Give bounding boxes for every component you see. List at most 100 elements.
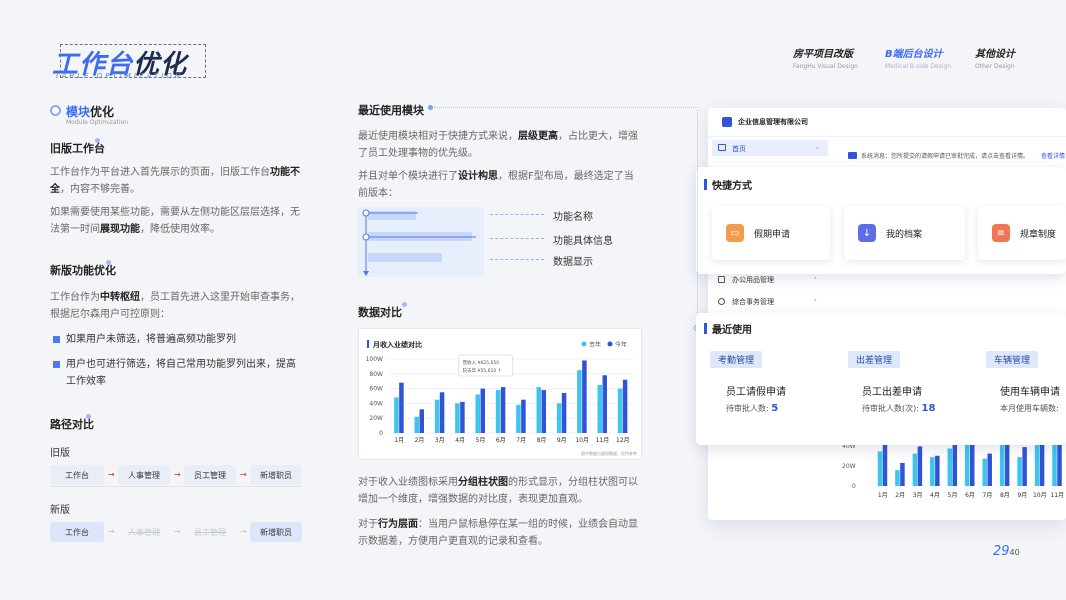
y-tick-label: 60W — [369, 386, 383, 393]
sidebar-item-affairs[interactable]: 综合事务管理 › — [716, 296, 826, 308]
x-tick-label: 5月 — [476, 437, 486, 444]
tile-my-records[interactable]: ↓ 我的档案 — [844, 206, 965, 260]
chart-bar — [982, 458, 987, 486]
tile-label: 规章制度 — [1020, 229, 1057, 240]
section-accent — [704, 323, 707, 334]
category-tag: 车辆管理 — [986, 351, 1039, 368]
chart-bar — [602, 375, 607, 433]
tile-leave-request[interactable]: ▭ 假期申请 — [712, 206, 830, 260]
legend-label: 今年 — [615, 341, 627, 349]
sidebar-item-home[interactable]: 首页 ⌄ — [712, 140, 828, 156]
nav-fanghu[interactable]: 房平项目改版 FangHu Visual Design — [793, 45, 858, 70]
chart-bar — [1034, 438, 1040, 486]
x-tick-label: 7月 — [983, 492, 993, 499]
recent-item-vehicle[interactable]: 车辆管理 使用车辆申请 本月使用车辆数: — [986, 349, 1066, 429]
page-title-en: TABLE OPTIMIZATION — [55, 72, 184, 80]
chart-bar — [895, 470, 900, 486]
recent-item-title: 员工出差申请 — [862, 387, 922, 398]
bullet-icon — [53, 361, 60, 368]
arrow-icon: → — [240, 527, 247, 536]
y-tick-label: 0 — [852, 483, 856, 490]
recent-item-stat: 待审批人数(次): 18 — [862, 403, 936, 414]
chart-bar — [516, 404, 521, 433]
chart-bar — [917, 446, 923, 486]
y-tick-label: 100W — [366, 356, 383, 363]
bullet-item-2: 用户也可进行筛选，将自己常用功能罗列出来，提高工作效率 — [66, 359, 296, 387]
x-tick-label: 12月 — [616, 437, 630, 444]
chart-bar — [577, 370, 582, 433]
y-tick-label: 40W — [369, 400, 383, 407]
quick-access-title: 快捷方式 — [712, 181, 752, 192]
flow-step-skipped: 人事管理 — [128, 527, 160, 537]
chart-bar — [455, 403, 460, 433]
recent-use-card: 最近使用 考勤管理 员工请假申请 待审批人数: 5 出差管理 员工出差申请 待审… — [696, 313, 1066, 445]
tooltip-line: 较去年 ¥55,610 ↑ — [463, 367, 502, 374]
recent-paragraph-2: 并且对单个模块进行了设计构思，根据F型布局，最终选定了当前版本： — [358, 171, 634, 199]
chart-bar — [1022, 447, 1027, 486]
flow-step-skipped: 员工管理 — [194, 527, 226, 537]
x-tick-label: 5月 — [948, 492, 958, 499]
sidebar-item-office-supplies[interactable]: 办公用品管理 › — [716, 274, 826, 286]
nav-bside[interactable]: B端后台设计 Medical B-side Design — [885, 45, 951, 70]
chart-bar — [882, 438, 888, 486]
system-notice: 系统消息：您所提交的请假申请已审批完成，请点击查看详情。 — [861, 153, 1030, 160]
flow-step: 工作台 — [50, 465, 104, 485]
monitor-icon — [718, 144, 726, 151]
data-paragraph-1: 对于收入业绩图标采用分组柱状图的形式显示，分组柱状图可以增加一个维度，增强数据的… — [358, 477, 638, 505]
chart-bar — [460, 401, 465, 433]
chart-bar — [877, 451, 883, 486]
f-pattern-icon — [362, 209, 476, 276]
x-tick-label: 3月 — [435, 437, 445, 444]
sidebar-item-label: 综合事务管理 — [732, 298, 774, 306]
x-tick-label: 7月 — [516, 437, 526, 444]
mini-income-chart: 40W20W01月 2月 3月 4月 5月 6月 7月 8月 9月 10月 11月 — [842, 438, 1064, 499]
tile-label: 我的档案 — [886, 229, 923, 240]
legend-label: 去年 — [589, 341, 601, 349]
x-tick-label: 6月 — [496, 437, 506, 444]
chart-footnote: 图中数据为虚拟数据，仅供参考 — [581, 450, 637, 456]
chart-bar — [394, 397, 399, 433]
arrow-icon: → — [174, 470, 181, 479]
chart-bar — [622, 379, 628, 433]
chart-bar — [419, 409, 424, 433]
module-icon — [50, 105, 61, 116]
recent-item-business-trip[interactable]: 出差管理 员工出差申请 待审批人数(次): 18 — [848, 349, 972, 429]
title-mark — [106, 260, 111, 265]
chart-bar — [965, 444, 970, 486]
y-tick-label: 20W — [842, 463, 856, 470]
chart-bar — [1052, 439, 1057, 486]
connector-line — [490, 238, 544, 239]
tile-regulations[interactable]: ≡ 规章制度 — [978, 206, 1066, 260]
chart-bar — [617, 388, 623, 433]
chart-bar — [1017, 457, 1022, 486]
x-tick-label: 11月 — [1050, 492, 1064, 499]
category-tag: 出差管理 — [848, 351, 901, 368]
chart-bar — [414, 416, 419, 433]
x-tick-label: 4月 — [455, 437, 465, 444]
category-tag: 考勤管理 — [710, 351, 763, 368]
x-tick-label: 3月 — [913, 492, 923, 499]
x-tick-label: 1月 — [394, 437, 404, 444]
flow-step: 人事管理 — [118, 465, 170, 485]
diagram-label-name: 功能名称 — [553, 212, 593, 223]
f-layout-diagram — [358, 207, 484, 277]
chart-bar — [952, 442, 958, 486]
calendar-icon: ▭ — [726, 224, 744, 242]
chart-bar — [582, 360, 587, 433]
nav-other[interactable]: 其他设计 Other Design — [975, 45, 1015, 70]
company-logo-icon — [722, 117, 732, 127]
divider — [708, 136, 1066, 137]
x-tick-label: 9月 — [1017, 492, 1027, 499]
notice-link[interactable]: 查看详情 — [1041, 151, 1066, 160]
quick-access-card: 快捷方式 ▭ 假期申请 ↓ 我的档案 ≡ 规章制度 — [696, 167, 1066, 274]
document-icon: ≡ — [992, 224, 1010, 242]
recent-item-attendance[interactable]: 考勤管理 员工请假申请 待审批人数: 5 — [710, 349, 834, 429]
company-name: 企业信息管理有限公司 — [738, 118, 808, 126]
recent-paragraph-1: 最近使用模块相对于快捷方式来说，层级更高，占比更大，增强了员工处理事物的优先级。 — [358, 131, 638, 159]
x-tick-label: 11月 — [596, 437, 610, 444]
x-tick-label: 4月 — [930, 492, 940, 499]
page-number: 2940 — [993, 544, 1020, 559]
data-paragraph-2: 对于行为层面：当用户鼠标悬停在某一组的时候，业绩会自动显示数据差，方便用户更直观… — [358, 519, 638, 547]
recent-item-stat: 本月使用车辆数: — [1000, 404, 1059, 413]
x-tick-label: 9月 — [557, 437, 567, 444]
